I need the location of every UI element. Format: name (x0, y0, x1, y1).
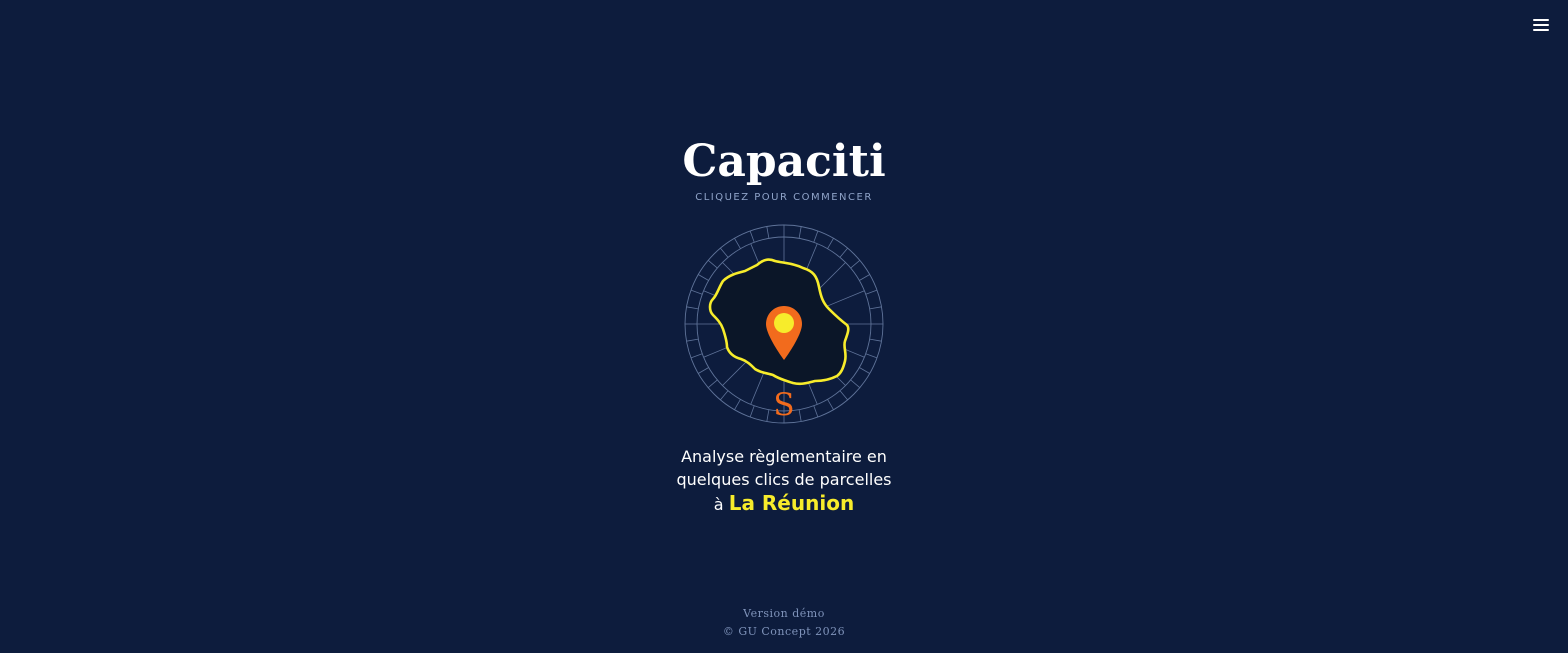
tagline-line-2: quelques clics de parcelles (676, 470, 892, 489)
tagline-line-3: à La Réunion (664, 492, 904, 516)
start-prompt: CLIQUEZ POUR COMMENCER (695, 192, 873, 203)
version-label: Version démo (743, 607, 825, 620)
menu-icon-bar (1533, 24, 1549, 26)
app-title: Capaciti (682, 136, 886, 187)
start-area[interactable]: Capaciti CLIQUEZ POUR COMMENCER S Analys… (0, 134, 1568, 516)
reunion-island-emblem[interactable]: S (683, 223, 885, 425)
footer: Version démo © GU Concept 2026 (0, 605, 1568, 641)
tagline: Analyse règlementaire en quelques clics … (664, 445, 904, 516)
menu-icon-bar (1533, 19, 1549, 21)
emblem-letter: S (773, 387, 794, 423)
tagline-highlight: La Réunion (728, 491, 855, 515)
menu-button[interactable] (1530, 14, 1552, 36)
tagline-line-1: Analyse règlementaire en (681, 447, 887, 466)
tagline-prefix: à (713, 495, 724, 514)
menu-icon-bar (1533, 29, 1549, 31)
copyright-label: © GU Concept 2026 (722, 625, 846, 638)
